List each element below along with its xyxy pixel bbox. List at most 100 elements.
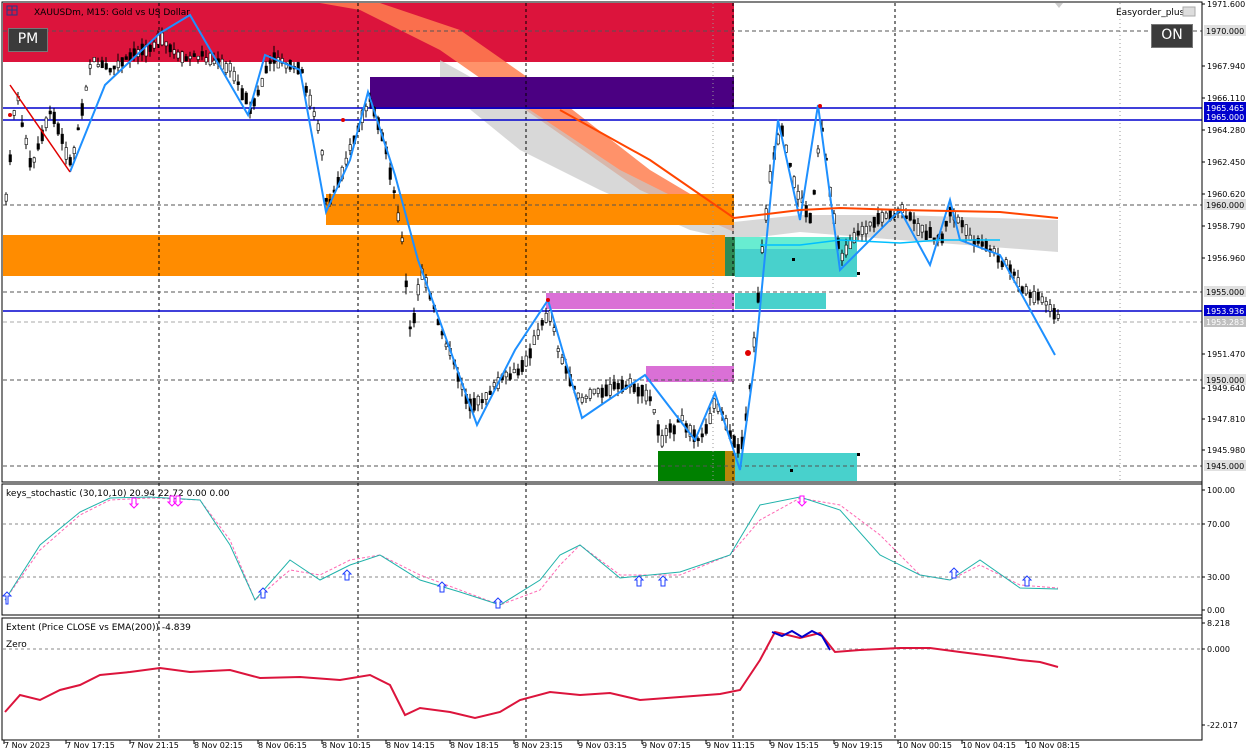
candle-body [600, 387, 604, 398]
candle-body [576, 392, 580, 399]
candle-body [184, 56, 188, 62]
candle-body [668, 423, 672, 433]
candle-body [20, 122, 24, 127]
candle-body [24, 137, 28, 145]
price-tag-label: 1953.936 [1206, 307, 1244, 316]
candle-body [1044, 301, 1048, 306]
candle-body [392, 190, 396, 193]
candle-body [264, 65, 268, 74]
time-axis-label: 9 Nov 07:15 [642, 741, 691, 750]
candle-body [736, 444, 740, 454]
time-axis-label: 9 Nov 11:15 [706, 741, 755, 750]
violet-zone-upper [546, 293, 734, 309]
time-axis-label: 8 Nov 23:15 [514, 741, 563, 750]
candle-body [12, 110, 16, 116]
extent-zero-label: Zero [6, 640, 27, 650]
candle-body [804, 205, 808, 218]
trade-icon[interactable] [21, 6, 31, 15]
candle-body [344, 157, 348, 165]
candle-body [484, 392, 488, 400]
extent-axis-label: 8.218 [1207, 619, 1230, 628]
candle-body [324, 198, 328, 202]
candle-body [864, 226, 868, 235]
candle-body [528, 348, 532, 359]
stochastic-pane[interactable]: keys_stochastic (30,10,10) 20.94 22.72 0… [1, 483, 1235, 616]
candle-body [480, 399, 484, 404]
candle-body [396, 212, 400, 222]
candle-body [312, 111, 316, 117]
candle-body [1040, 296, 1044, 303]
time-axis-label: 8 Nov 06:15 [258, 741, 307, 750]
price-tag-label: 1965.000 [1206, 113, 1244, 122]
candle-body [940, 233, 944, 244]
candle-body [196, 55, 200, 60]
candle-body [28, 158, 32, 168]
screenshot-icon[interactable] [1182, 6, 1196, 17]
candle-body [132, 48, 136, 57]
candle-body [76, 127, 80, 131]
time-axis-label: 10 Nov 00:15 [898, 741, 952, 750]
pm-button[interactable]: PM [8, 28, 48, 52]
candle-body [108, 68, 112, 73]
candle-body [816, 148, 820, 154]
candle-body [524, 355, 528, 367]
candle-body [8, 154, 12, 163]
stoch-signal-line [4, 497, 1059, 606]
candle-body [704, 424, 708, 434]
price-axis: 1971.6001970.0001967.9401966.1101965.465… [1201, 0, 1246, 740]
candle-body [596, 388, 600, 394]
candle-body [56, 123, 60, 135]
candle-body [696, 438, 700, 442]
time-axis-label: 8 Nov 10:15 [322, 741, 371, 750]
price-tag-label: 1953.283 [1206, 318, 1244, 327]
candle-body [644, 389, 648, 402]
candle-body [1052, 308, 1056, 320]
candle-body [788, 162, 792, 167]
candle-body [120, 57, 124, 67]
candle-body [48, 110, 52, 115]
extent-pane[interactable]: Extent (Price CLOSE vs EMA(200)) -4.839 … [1, 617, 1238, 741]
candle-body [928, 227, 932, 238]
candle-body [100, 60, 104, 68]
candle-body [656, 424, 660, 436]
time-axis-label: 8 Nov 02:15 [194, 741, 243, 750]
candle-body [208, 52, 212, 66]
price-axis-label: 1960.620 [1207, 190, 1245, 199]
candle-body [472, 398, 476, 411]
time-axis-label: 9 Nov 19:15 [834, 741, 883, 750]
price-axis-label: 1962.450 [1207, 158, 1245, 167]
candle-body [808, 212, 812, 224]
candle-body [172, 49, 176, 55]
candle-body [964, 224, 968, 236]
candle-body [604, 384, 608, 397]
candle-body [68, 157, 72, 166]
candle-body [996, 255, 1000, 263]
candle-body [876, 212, 880, 225]
trading-chart[interactable]: 1971.6001970.0001967.9401966.1101965.465… [0, 0, 1259, 750]
candle-body [72, 147, 76, 154]
candle-body [492, 382, 496, 388]
candle-body [164, 41, 168, 47]
candle-body [872, 216, 876, 228]
candle-body [84, 86, 88, 91]
candle-body [976, 238, 980, 244]
candle-body [52, 111, 56, 124]
on-button[interactable]: ON [1151, 24, 1193, 48]
candle-body [404, 280, 408, 288]
candle-body [956, 216, 960, 224]
candle-body [96, 64, 100, 67]
candle-body [520, 360, 524, 372]
price-axis-label: 1945.980 [1207, 446, 1245, 455]
candle-body [224, 63, 228, 73]
price-tag-label: 1945.000 [1206, 462, 1244, 471]
stoch-axis-label: 70.00 [1207, 520, 1230, 529]
stoch-buy-arrows [1, 567, 1033, 609]
extent-axis-label: -22.017 [1207, 721, 1238, 730]
candle-body [812, 190, 816, 195]
candle-body [116, 60, 120, 68]
candle-body [648, 396, 652, 402]
stoch-main-line [4, 496, 1059, 606]
candle-body [980, 241, 984, 247]
candle-body [304, 86, 308, 93]
candle-body [680, 415, 684, 422]
